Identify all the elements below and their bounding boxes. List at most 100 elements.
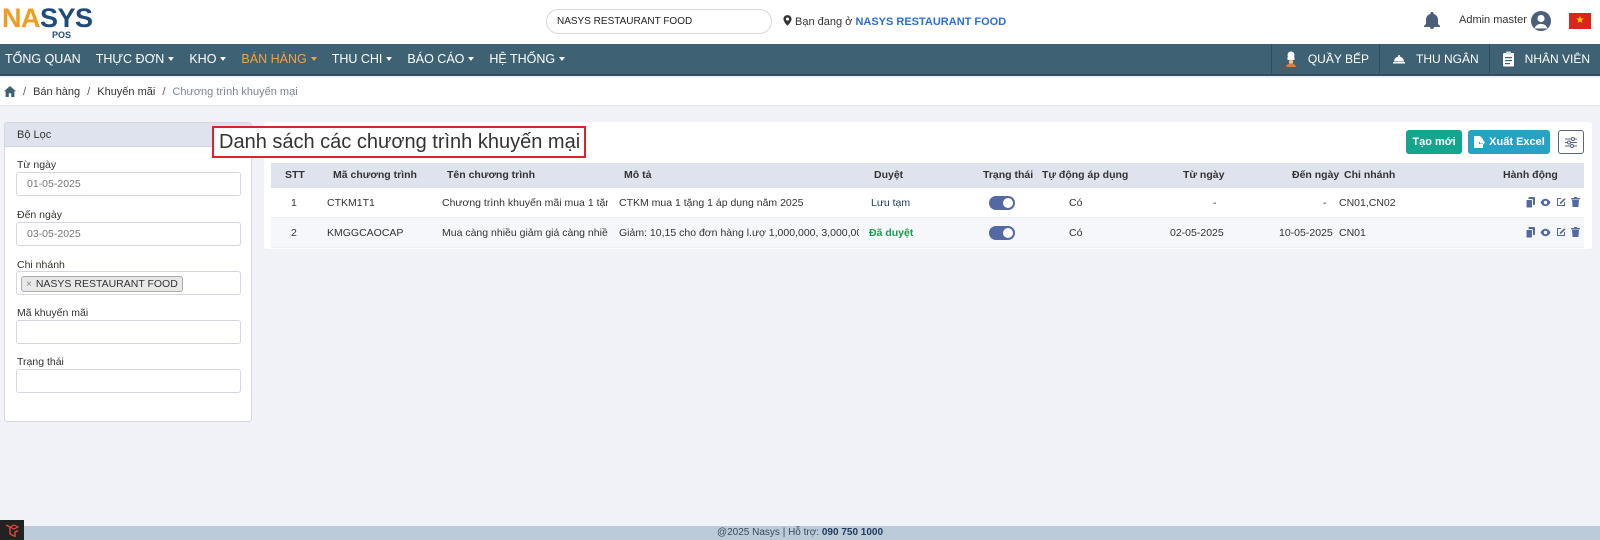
kitchen-button[interactable]: QUẦY BẾP (1270, 44, 1379, 74)
breadcrumb-separator: / (87, 85, 91, 98)
cell-from: - (1213, 197, 1217, 209)
support-phone[interactable]: 090 750 1000 (822, 527, 883, 538)
branch-tag: × NASYS RESTAURANT FOOD (21, 276, 183, 292)
staff-label: NHÂN VIÊN (1524, 52, 1590, 66)
vietnam-flag-icon[interactable]: ★ (1569, 13, 1591, 29)
edit-icon[interactable] (1556, 227, 1566, 237)
cell-auto: Có (1069, 227, 1083, 239)
col-desc: Mô tả (624, 169, 652, 181)
cell-name: Mua càng nhiều giảm giá càng nhiều (442, 227, 608, 239)
nav-item-5[interactable]: BÁO CÁO (401, 44, 483, 74)
breadcrumb-separator: / (162, 85, 166, 98)
footer: @2025 Nasys | Hỗ trợ: 090 750 1000 (0, 526, 1600, 540)
map-pin-icon (783, 15, 792, 26)
promo-code-label: Mã khuyến mãi (17, 307, 89, 319)
staff-button[interactable]: NHÂN VIÊN (1488, 44, 1600, 74)
copy-icon[interactable] (1526, 227, 1535, 238)
branch-select[interactable]: × NASYS RESTAURANT FOOD (16, 271, 241, 295)
caret-down-icon (468, 57, 475, 61)
cell-approval-draft: Lưu tạm (871, 197, 911, 209)
cell-auto: Có (1069, 197, 1083, 209)
location-store: NASYS RESTAURANT FOOD (855, 16, 1007, 28)
table-row[interactable]: 2 KMGGCAOCAP Mua càng nhiều giảm giá càn… (271, 218, 1584, 248)
nav-item-label: TỔNG QUAN (5, 52, 81, 66)
nav-item-1[interactable]: THỰC ĐƠN (90, 44, 184, 74)
view-eye-icon[interactable] (1540, 227, 1551, 238)
filter-panel: Bộ Lọc Từ ngày 01-05-2025 Đến ngày 03-05… (4, 122, 252, 422)
cell-stt: 2 (291, 227, 297, 239)
breadcrumb-sales[interactable]: Bán hàng (33, 86, 80, 98)
sliders-icon (1565, 136, 1577, 148)
cell-code[interactable]: CTKM1T1 (327, 188, 375, 218)
col-actions: Hành động (1503, 169, 1558, 181)
nav-item-4[interactable]: THU CHI (326, 44, 402, 74)
footer-text: @2025 Nasys | Hỗ trợ: (716, 527, 820, 538)
page-title: Danh sách các chương trình khuyến mại (212, 126, 587, 158)
breadcrumb-promotions[interactable]: Khuyến mãi (97, 86, 155, 98)
nav-item-3[interactable]: BÁN HÀNG (235, 44, 325, 74)
delete-trash-icon[interactable] (1571, 197, 1580, 207)
nasys-logo[interactable]: NASYS POS (2, 3, 112, 40)
create-button[interactable]: Tạo mới (1406, 130, 1462, 154)
nav-menu: TỔNG QUAN THỰC ĐƠN KHO BÁN HÀNG THU CHI BÁO C… (0, 44, 574, 74)
from-date-input[interactable]: 01-05-2025 (16, 172, 241, 196)
clipboard-icon (1502, 51, 1514, 67)
breadcrumb-current: Chương trình khuyến mại (172, 85, 298, 98)
cell-desc: Giảm: 10,15 cho đơn hàng l.ượ 1,000,000,… (619, 227, 859, 239)
branch-label: Chi nhánh (17, 259, 65, 271)
table-row[interactable]: 1 CTKM1T1 Chương trình khuyến mãi mua 1 … (271, 188, 1584, 218)
promo-code-input[interactable] (16, 320, 241, 344)
file-export-icon (1474, 136, 1486, 148)
col-approval: Duyệt (874, 169, 904, 181)
to-date-input[interactable]: 03-05-2025 (16, 222, 241, 246)
home-icon[interactable] (4, 86, 16, 97)
nav-item-label: HỆ THỐNG (489, 52, 556, 66)
logo-na: NA (2, 3, 41, 33)
cell-to: 10-05-2025 (1279, 227, 1333, 239)
cell-branch: CN01,CN02 (1339, 197, 1396, 209)
location-prefix: Bạn đang ở (795, 16, 853, 28)
logo-pos: POS (52, 30, 72, 40)
column-settings-button[interactable] (1558, 130, 1584, 154)
nav-right: QUẦY BẾP THU NGÂN NHÂN VIÊN (1270, 44, 1600, 74)
store-search-input[interactable]: NASYS RESTAURANT FOOD (546, 9, 772, 34)
top-header: NASYS POS NASYS RESTAURANT FOOD Bạn đang… (0, 0, 1600, 44)
delete-trash-icon[interactable] (1571, 227, 1580, 237)
nav-item-label: BÁO CÁO (407, 52, 465, 66)
col-stt: STT (285, 169, 305, 181)
cashier-button[interactable]: THU NGÂN (1378, 44, 1489, 74)
nav-item-label: THU CHI (331, 52, 383, 66)
cashier-label: THU NGÂN (1415, 52, 1479, 66)
chef-icon (1285, 51, 1296, 67)
promotion-table: STT Mã chương trình Tên chương trình Mô … (271, 163, 1584, 248)
user-avatar[interactable] (1531, 11, 1551, 31)
copy-icon[interactable] (1526, 197, 1535, 208)
nav-item-2[interactable]: KHO (183, 44, 235, 74)
view-eye-icon[interactable] (1540, 197, 1551, 208)
corner-app-icon[interactable] (0, 520, 24, 540)
laravel-icon (5, 524, 19, 537)
status-toggle[interactable] (989, 226, 1015, 240)
col-status: Trạng thái (983, 169, 1034, 181)
from-date-label: Từ ngày (17, 159, 57, 171)
bell-icon[interactable] (1423, 12, 1441, 30)
remove-tag-icon[interactable]: × (26, 279, 32, 290)
col-code: Mã chương trình (333, 169, 417, 181)
cell-approval-approved: Đã duyệt (869, 227, 914, 239)
cell-branch: CN01 (1339, 227, 1366, 239)
status-select[interactable] (16, 369, 241, 393)
main-nav: TỔNG QUAN THỰC ĐƠN KHO BÁN HÀNG THU CHI BÁO C… (0, 44, 1600, 76)
user-name[interactable]: Admin master (1459, 14, 1527, 26)
caret-down-icon (386, 57, 393, 61)
current-location: Bạn đang ở NASYS RESTAURANT FOOD (783, 15, 1006, 28)
caret-down-icon (168, 57, 175, 61)
export-excel-button[interactable]: Xuất Excel (1468, 130, 1550, 154)
status-toggle[interactable] (989, 196, 1015, 210)
edit-icon[interactable] (1556, 197, 1566, 207)
kitchen-label: QUẦY BẾP (1307, 52, 1369, 66)
cell-code[interactable]: KMGGCAOCAP (327, 218, 403, 248)
nav-item-0[interactable]: TỔNG QUAN (0, 44, 90, 74)
nav-item-label: KHO (189, 52, 217, 66)
nav-item-6[interactable]: HỆ THỐNG (483, 44, 574, 74)
cell-desc: CTKM mua 1 tặng 1 áp dụng năm 2025 (619, 197, 804, 209)
